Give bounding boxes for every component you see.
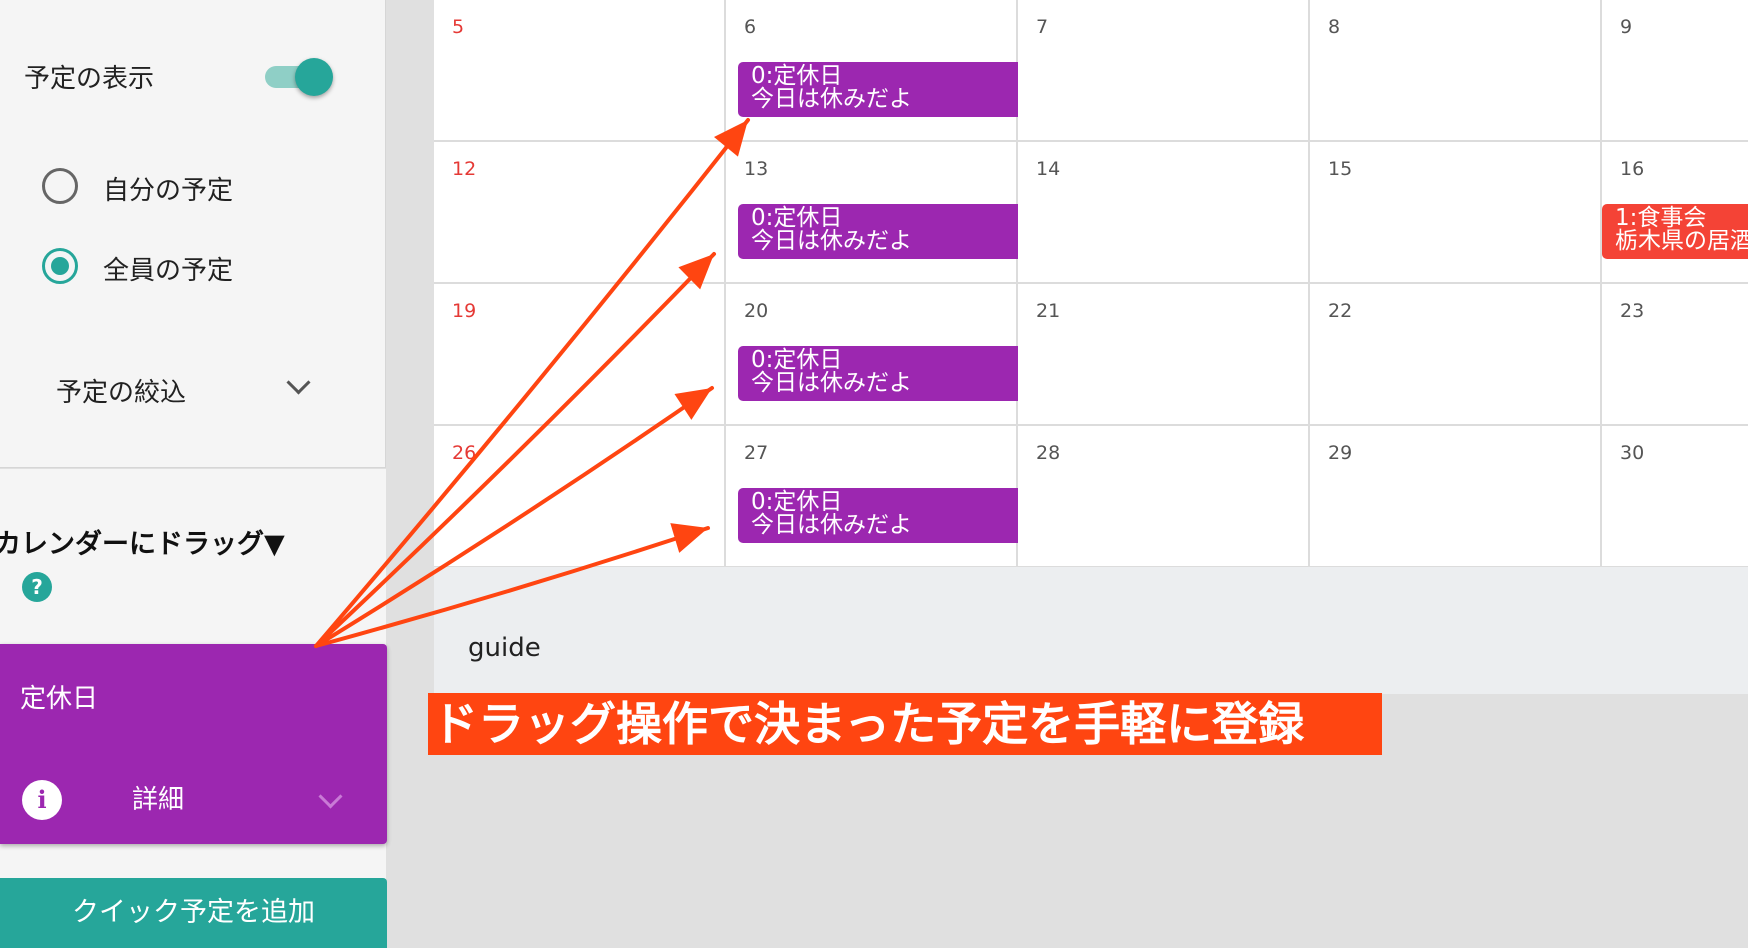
calendar-event[interactable]: 0:定休日 今日は休みだよ [738,488,1030,543]
day-number: 23 [1620,300,1645,322]
calendar-event[interactable]: 1:食事会栃木県の居酒屋 [1602,204,1748,259]
calendar-day-cell[interactable]: 29 [1310,426,1602,568]
calendar-day-cell[interactable]: 7 [1018,0,1310,142]
detail-label[interactable]: 詳細 [132,780,184,820]
event-description: 今日は休みだよ [751,512,912,538]
day-number: 27 [744,442,769,464]
calendar-event[interactable]: 0:定休日 今日は休みだよ [738,62,1030,117]
radio-all-label[interactable]: 全員の予定 [103,250,233,287]
chevron-down-icon[interactable] [318,784,343,809]
quick-add-button[interactable]: クイック予定を追加 [0,878,387,948]
day-number: 29 [1328,442,1353,464]
draggable-event-card[interactable]: 定休日 i 詳細 [0,644,387,844]
calendar-day-cell[interactable]: 16 1:食事会栃木県の居酒屋 [1602,142,1748,284]
event-description: 今日は休みだよ [751,86,912,112]
radio-all[interactable] [42,248,78,284]
calendar-day-cell[interactable]: 6 0:定休日 今日は休みだよ [726,0,1030,142]
info-icon[interactable]: i [22,780,62,820]
calendar-day-cell[interactable]: 22 [1310,284,1602,426]
calendar-day-cell[interactable]: 20 0:定休日 今日は休みだよ [726,284,1030,426]
day-number: 26 [452,442,477,464]
event-title: 0:定休日 [751,489,843,515]
filter-dropdown[interactable]: 予定の絞込 [40,360,330,410]
day-number: 6 [744,16,757,38]
day-number: 5 [452,16,465,38]
day-number: 21 [1036,300,1061,322]
calendar-day-cell[interactable]: 15 [1310,142,1602,284]
day-number: 15 [1328,158,1353,180]
day-number: 13 [744,158,769,180]
chevron-down-icon [286,370,311,395]
sidebar: 予定の表示 自分の予定 全員の予定 予定の絞込 カレンダーにドラッグ▼ ? 定休… [0,0,387,948]
day-number: 12 [452,158,477,180]
drag-to-calendar-title: カレンダーにドラッグ▼ [0,529,285,560]
calendar-day-cell[interactable]: 5 [434,0,726,142]
day-number: 28 [1036,442,1061,464]
day-number: 16 [1620,158,1645,180]
calendar-options-panel: 予定の表示 自分の予定 全員の予定 予定の絞込 [0,0,386,468]
event-title: 0:定休日 [751,205,843,231]
calendar-day-cell[interactable]: 27 0:定休日 今日は休みだよ [726,426,1030,568]
event-description: 今日は休みだよ [751,228,912,254]
day-number: 20 [744,300,769,322]
calendar-day-cell[interactable]: 8 [1310,0,1602,142]
calendar-day-cell[interactable]: 12 [434,142,726,284]
calendar-event[interactable]: 0:定休日 今日は休みだよ [738,204,1030,259]
toggle-knob [295,58,333,96]
calendar-day-cell[interactable]: 9 [1602,0,1748,142]
calendar-day-cell[interactable]: 30 [1602,426,1748,568]
calendar-event[interactable]: 0:定休日 今日は休みだよ [738,346,1030,401]
day-number: 22 [1328,300,1353,322]
draggable-event-name: 定休日 [20,684,99,714]
calendar-day-cell[interactable]: 23 [1602,284,1748,426]
day-number: 14 [1036,158,1061,180]
day-number: 9 [1620,16,1633,38]
event-title: 1:食事会 [1615,205,1707,231]
radio-mine-label[interactable]: 自分の予定 [103,170,233,207]
calendar-day-cell[interactable]: 26 [434,426,726,568]
day-number: 30 [1620,442,1645,464]
day-number: 8 [1328,16,1341,38]
event-title: 0:定休日 [751,347,843,373]
month-calendar-grid: 5 6 0:定休日 今日は休みだよ 7 8 9 12 13 0:定休日 今日は休みだよ 14 15 16 1… [434,0,1748,568]
calendar-day-cell[interactable]: 19 [434,284,726,426]
day-number: 7 [1036,16,1049,38]
guide-label: guide [468,633,541,663]
calendar-day-cell[interactable]: 28 [1018,426,1310,568]
help-icon[interactable]: ? [22,572,52,602]
day-number: 19 [452,300,477,322]
calendar-day-cell[interactable]: 13 0:定休日 今日は休みだよ [726,142,1030,284]
event-description: 栃木県の居酒屋 [1615,228,1748,254]
filter-label: 予定の絞込 [56,378,187,408]
show-events-label: 予定の表示 [24,64,155,94]
event-title: 0:定休日 [751,63,843,89]
guide-area: guide [434,567,1748,694]
annotation-banner: ドラッグ操作で決まった予定を手軽に登録 [428,693,1382,755]
calendar-day-cell[interactable]: 21 [1018,284,1310,426]
show-events-toggle[interactable] [265,58,335,96]
event-description: 今日は休みだよ [751,370,912,396]
radio-mine[interactable] [42,168,78,204]
calendar-day-cell[interactable]: 14 [1018,142,1310,284]
